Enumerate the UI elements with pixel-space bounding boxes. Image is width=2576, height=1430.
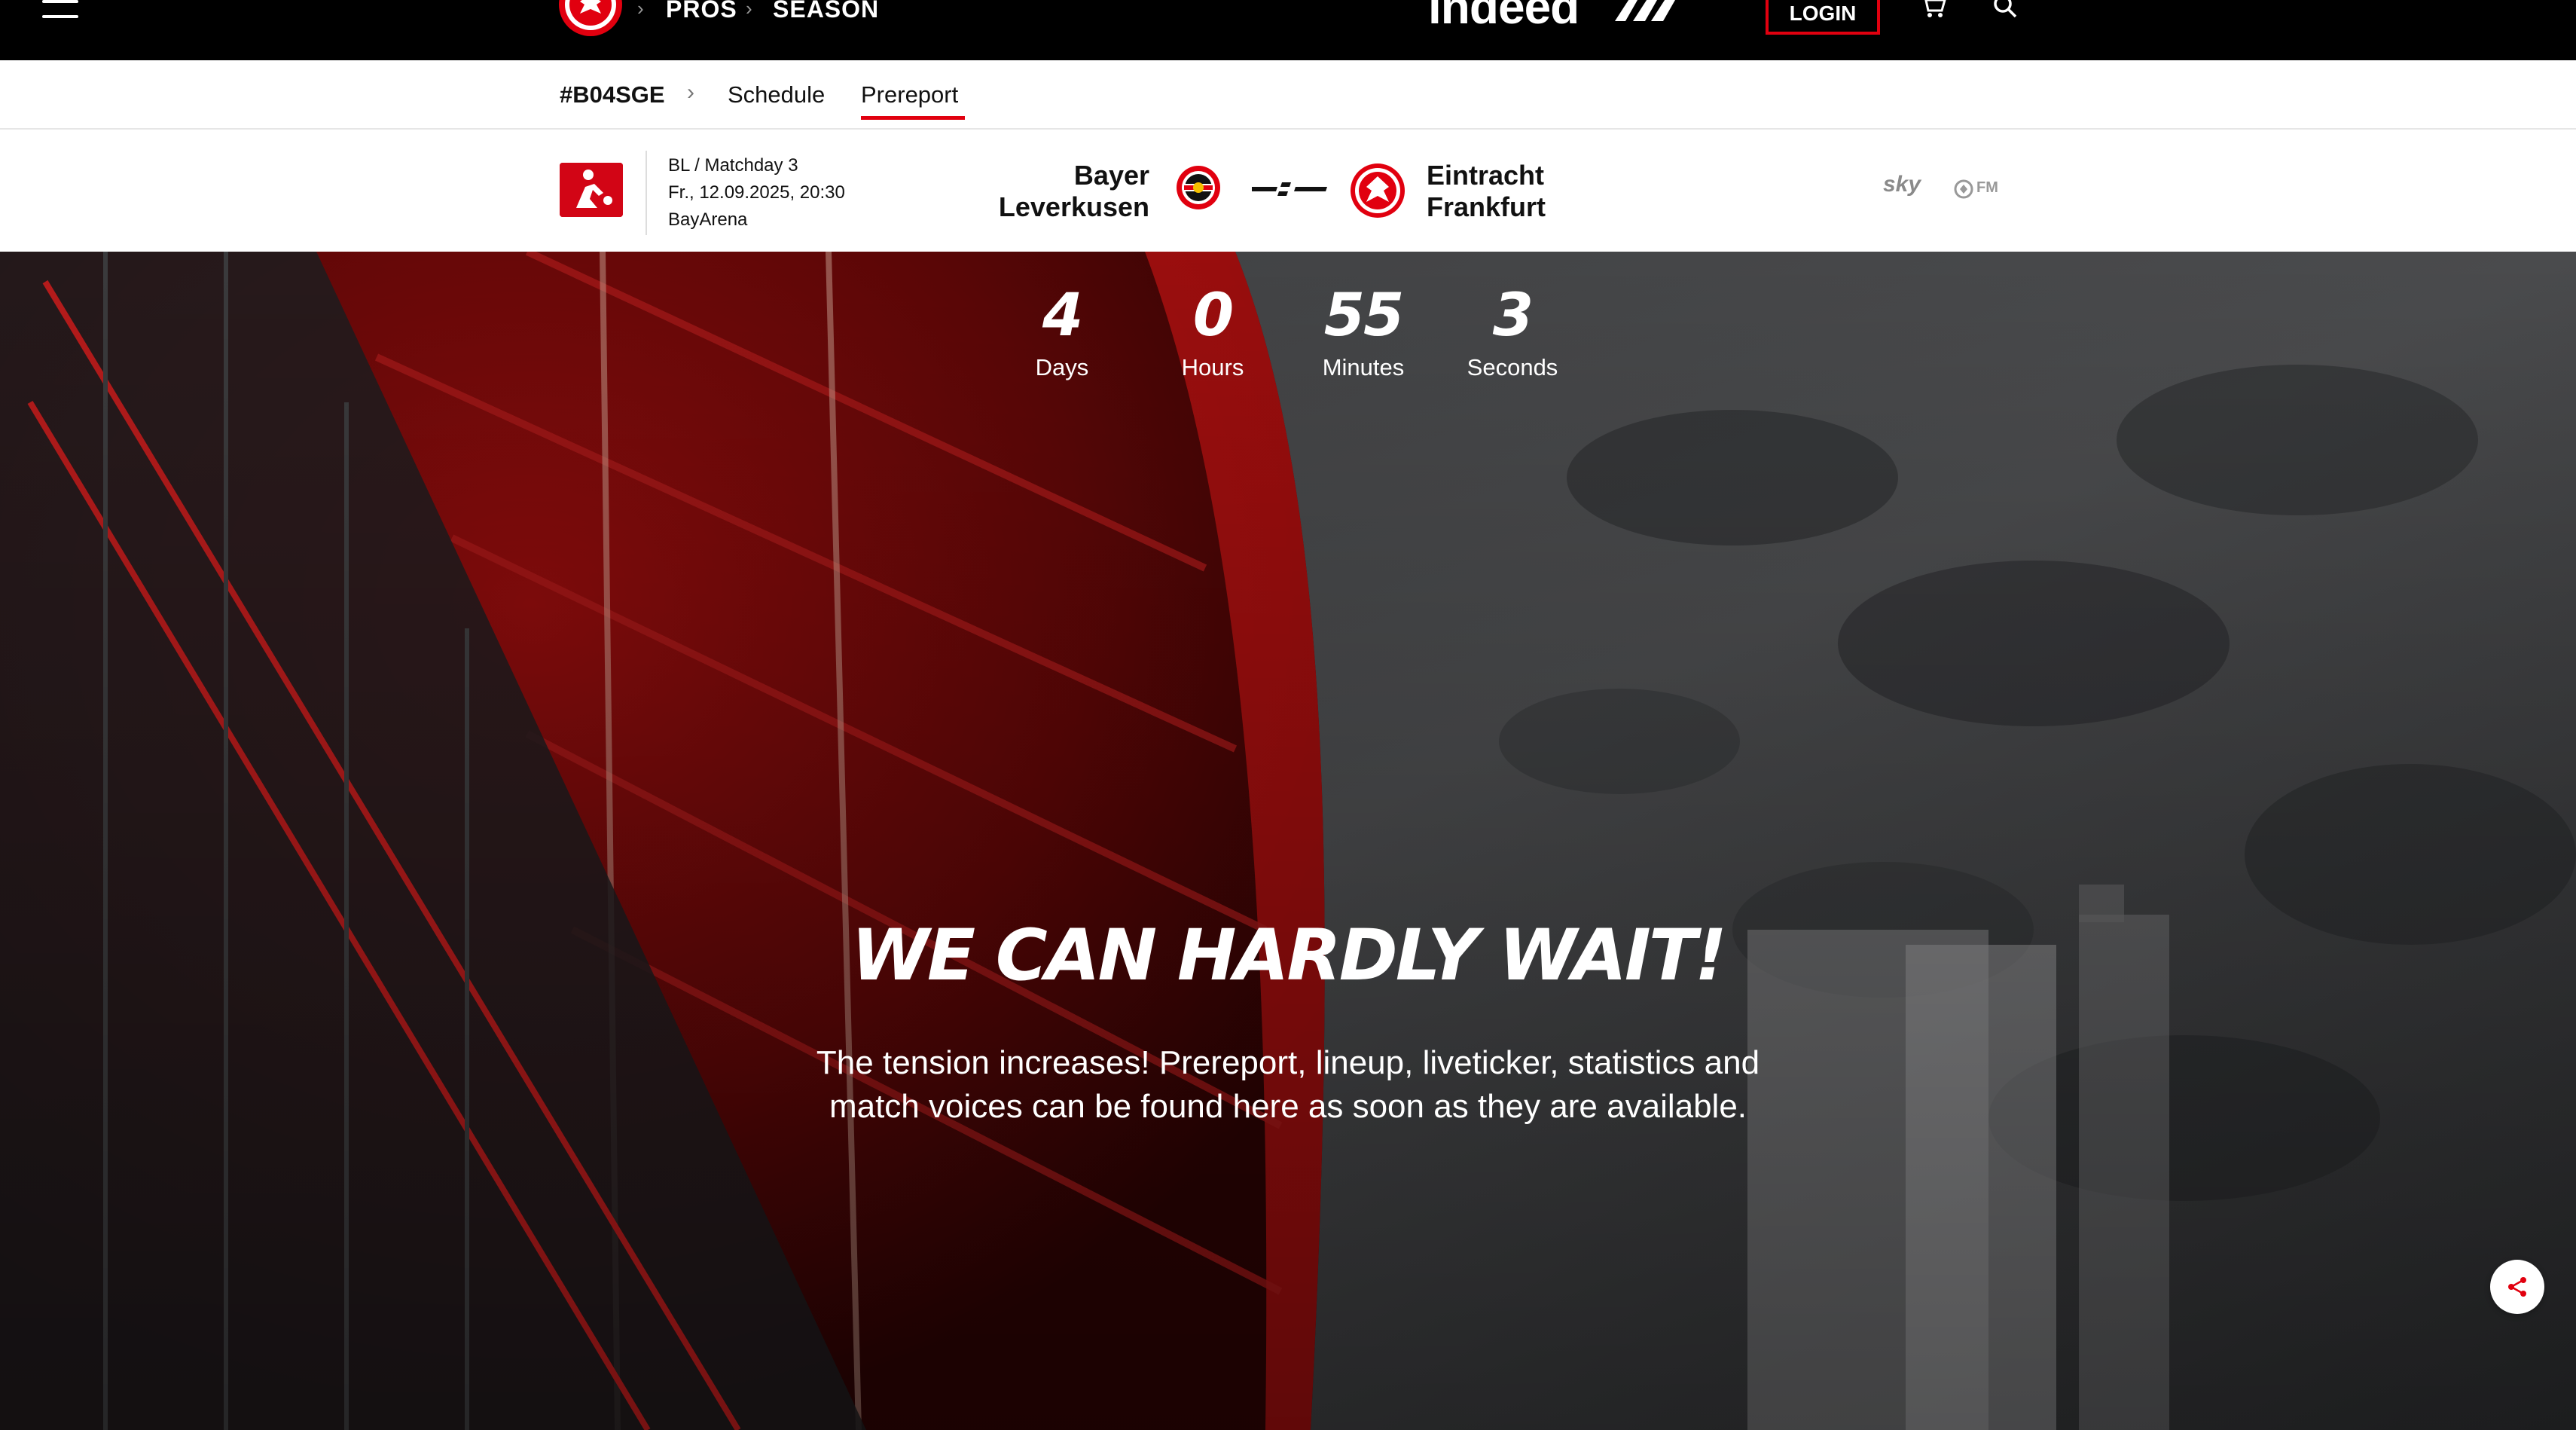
away-team-line2: Frankfurt [1427, 191, 1546, 222]
away-team-line1: Eintracht [1427, 160, 1545, 191]
countdown-minutes: 55 Minutes [1296, 282, 1431, 381]
away-team-name[interactable]: Eintracht Frankfurt [1427, 160, 1653, 223]
match-countdown: 4 Days 0 Hours 55 Minutes 3 Seconds [0, 282, 2576, 395]
countdown-seconds: 3 Seconds [1445, 282, 1580, 381]
hero-title: WE CAN HARDLY WAIT! [851, 915, 1727, 997]
bundesliga-logo-icon [560, 163, 623, 217]
chevron-right-icon: › [637, 0, 644, 20]
versus-sign-icon [1252, 182, 1327, 196]
fm-broadcaster-logo[interactable]: FM [1954, 178, 2007, 200]
match-venue: BayArena [668, 209, 748, 230]
top-navigation-bar: › PROS › SEASON indeed LOGIN [0, 0, 2576, 60]
match-hashtag[interactable]: #B04SGE [560, 81, 665, 108]
eintracht-crest-icon[interactable] [557, 0, 624, 38]
search-icon[interactable] [1992, 0, 2019, 21]
divider [646, 151, 647, 235]
breadcrumb-pros[interactable]: PROS [666, 0, 737, 23]
countdown-hours: 0 Hours [1145, 282, 1280, 381]
tab-prereport[interactable]: Prereport [861, 81, 958, 108]
breadcrumb-season[interactable]: SEASON [773, 0, 879, 23]
home-team-line1: Bayer [1073, 160, 1149, 191]
fm-label: FM [1976, 179, 1998, 196]
home-team-name[interactable]: Bayer Leverkusen [904, 160, 1149, 223]
eintracht-crest-icon[interactable] [1350, 163, 1406, 218]
countdown-days: 4 Days [994, 282, 1130, 381]
active-tab-indicator [861, 116, 965, 120]
hero-section: 4 Days 0 Hours 55 Minutes 3 Seconds WE C… [0, 252, 2576, 1430]
adidas-logo-icon[interactable] [1615, 0, 1681, 21]
match-info-bar: BL / Matchday 3 Fr., 12.09.2025, 20:30 B… [0, 130, 2576, 252]
countdown-days-label: Days [1035, 354, 1089, 380]
menu-icon[interactable] [42, 0, 78, 23]
sky-broadcaster-logo[interactable]: sky [1883, 172, 1921, 197]
tab-schedule[interactable]: Schedule [728, 81, 825, 108]
cart-icon[interactable] [1919, 0, 1946, 18]
countdown-minutes-value: 55 [1323, 282, 1405, 350]
share-icon [2508, 1277, 2526, 1297]
hero-description-line1: The tension increases! Prereport, lineup… [816, 1044, 1760, 1081]
countdown-seconds-value: 3 [1492, 282, 1534, 350]
match-details: BL / Matchday 3 Fr., 12.09.2025, 20:30 B… [668, 152, 845, 234]
hero-description: The tension increases! Prereport, lineup… [723, 1041, 1853, 1129]
competition-label: BL / Matchday 3 [668, 155, 798, 176]
chevron-right-icon: › [687, 80, 694, 105]
indeed-sponsor-logo[interactable]: indeed [1428, 0, 1579, 35]
countdown-hours-value: 0 [1192, 282, 1234, 350]
countdown-days-value: 4 [1042, 282, 1083, 350]
chevron-right-icon: › [746, 0, 752, 20]
leverkusen-crest-icon[interactable] [1175, 164, 1222, 211]
countdown-hours-label: Hours [1181, 354, 1244, 380]
stadium-background-image [0, 252, 2576, 1430]
countdown-minutes-label: Minutes [1322, 354, 1405, 380]
match-datetime: Fr., 12.09.2025, 20:30 [668, 182, 845, 203]
hero-description-line2: match voices can be found here as soon a… [829, 1088, 1747, 1125]
home-team-line2: Leverkusen [998, 191, 1149, 222]
share-button[interactable] [2490, 1260, 2544, 1314]
login-button[interactable]: LOGIN [1766, 0, 1880, 35]
countdown-seconds-label: Seconds [1467, 354, 1558, 380]
match-subnav: #B04SGE › Schedule Prereport [0, 60, 2576, 130]
